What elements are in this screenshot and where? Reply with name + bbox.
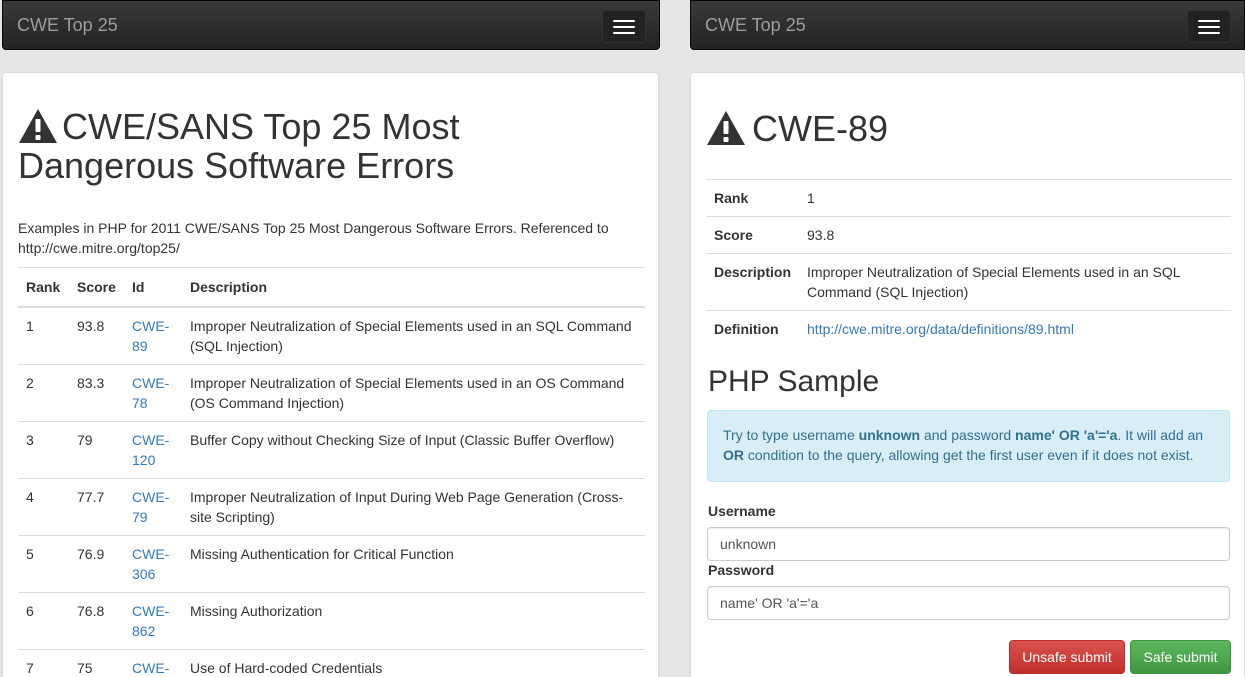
- content-card: CWE/SANS Top 25 Most Dangerous Software …: [2, 72, 659, 677]
- table-row: 6 76.8 CWE-862 Missing Authorization: [18, 591, 645, 649]
- cwe-link[interactable]: CWE-78: [132, 375, 169, 411]
- description-label: Description: [706, 253, 800, 311]
- page-title: CWE/SANS Top 25 Most Dangerous Software …: [18, 107, 578, 185]
- rank-label: Rank: [706, 179, 800, 217]
- cwe-link[interactable]: CWE-89: [132, 318, 169, 354]
- list-pane: CWE Top 25 CWE/SANS Top 25 Most Dangerou…: [0, 0, 662, 677]
- column-header-rank: Rank: [18, 267, 69, 308]
- rank-value: 1: [799, 179, 1231, 217]
- navbar-brand[interactable]: CWE Top 25: [705, 15, 806, 36]
- hamburger-menu-icon[interactable]: [602, 10, 646, 43]
- cell-score: 77.7: [69, 477, 124, 535]
- password-input[interactable]: [707, 586, 1230, 620]
- hint-username: unknown: [858, 427, 921, 443]
- score-value: 93.8: [799, 216, 1231, 254]
- cwe-table: Rank Score Id Description 1 93.8 CWE-89 …: [18, 267, 645, 677]
- cell-score: 75: [69, 648, 124, 677]
- hint-password: name' OR 'a'='a: [1015, 427, 1118, 443]
- cell-rank: 6: [18, 591, 69, 649]
- definition-link[interactable]: http://cwe.mitre.org/data/definitions/89…: [807, 321, 1074, 337]
- username-label: Username: [708, 503, 776, 519]
- table-row: Definition http://cwe.mitre.org/data/def…: [706, 310, 1231, 348]
- cell-score: 93.8: [69, 306, 124, 364]
- intro-text: Examples in PHP for 2011 CWE/SANS Top 25…: [18, 220, 609, 256]
- content-card: CWE-89 Rank 1 Score 93.8 Description Imp…: [690, 72, 1245, 677]
- table-row: 5 76.9 CWE-306 Missing Authentication fo…: [18, 534, 645, 592]
- column-header-id: Id: [124, 267, 182, 308]
- table-row: 3 79 CWE-120 Buffer Copy without Checkin…: [18, 420, 645, 478]
- navbar: CWE Top 25: [690, 0, 1245, 50]
- table-row: 1 93.8 CWE-89 Improper Neutralization of…: [18, 306, 645, 364]
- cwe-link[interactable]: CWE-862: [132, 603, 169, 639]
- cell-description: Use of Hard-coded Credentials: [182, 648, 645, 677]
- cell-description: Missing Authorization: [182, 591, 645, 649]
- cell-rank: 5: [18, 534, 69, 592]
- cwe-link[interactable]: CWE-306: [132, 546, 169, 582]
- warning-triangle-icon: [707, 111, 745, 145]
- table-row: 2 83.3 CWE-78 Improper Neutralization of…: [18, 363, 645, 421]
- cell-rank: 4: [18, 477, 69, 535]
- page-title-text: CWE-89: [752, 108, 889, 149]
- cwe-link[interactable]: CWE-120: [132, 432, 169, 468]
- cell-score: 76.9: [69, 534, 124, 592]
- navbar-brand[interactable]: CWE Top 25: [17, 15, 118, 36]
- table-row: Score 93.8: [706, 216, 1231, 254]
- column-header-description: Description: [182, 267, 645, 308]
- detail-pane: CWE Top 25 CWE-89 Rank 1 Score 93.8 Desc…: [688, 0, 1245, 677]
- cell-rank: 3: [18, 420, 69, 478]
- hamburger-menu-icon[interactable]: [1187, 10, 1231, 43]
- navbar: CWE Top 25: [2, 0, 660, 50]
- table-row: Rank 1: [706, 179, 1231, 217]
- column-header-score: Score: [69, 267, 124, 308]
- warning-triangle-icon: [19, 109, 57, 143]
- cell-rank: 7: [18, 648, 69, 677]
- cwe-details-table: Rank 1 Score 93.8 Description Improper N…: [706, 179, 1231, 348]
- page-title-text: CWE/SANS Top 25 Most Dangerous Software …: [18, 106, 460, 186]
- score-label: Score: [706, 216, 800, 254]
- hint-or: OR: [723, 447, 744, 463]
- cell-description: Buffer Copy without Checking Size of Inp…: [182, 420, 645, 478]
- table-row: 4 77.7 CWE-79 Improper Neutralization of…: [18, 477, 645, 535]
- definition-label: Definition: [706, 310, 800, 348]
- table-row: 7 75 CWE- Use of Hard-coded Credentials: [18, 648, 645, 677]
- username-input[interactable]: [707, 527, 1230, 561]
- info-alert: Try to type username unknown and passwor…: [707, 410, 1230, 482]
- cell-description: Improper Neutralization of Input During …: [182, 477, 645, 535]
- table-row: Description Improper Neutralization of S…: [706, 253, 1231, 311]
- safe-submit-button[interactable]: Safe submit: [1130, 640, 1231, 674]
- cell-score: 83.3: [69, 363, 124, 421]
- cell-description: Missing Authentication for Critical Func…: [182, 534, 645, 592]
- password-label: Password: [708, 562, 775, 578]
- cell-rank: 1: [18, 306, 69, 364]
- cell-description: Improper Neutralization of Special Eleme…: [182, 306, 645, 364]
- cwe-link[interactable]: CWE-79: [132, 489, 169, 525]
- description-value: Improper Neutralization of Special Eleme…: [799, 253, 1231, 311]
- section-title: PHP Sample: [708, 365, 880, 398]
- unsafe-submit-button[interactable]: Unsafe submit: [1009, 640, 1125, 674]
- page-title: CWE-89: [706, 107, 888, 151]
- cell-description: Improper Neutralization of Special Eleme…: [182, 363, 645, 421]
- cell-score: 79: [69, 420, 124, 478]
- cell-score: 76.8: [69, 591, 124, 649]
- table-header-row: Rank Score Id Description: [18, 267, 645, 308]
- cell-rank: 2: [18, 363, 69, 421]
- cwe-link[interactable]: CWE-: [132, 660, 169, 676]
